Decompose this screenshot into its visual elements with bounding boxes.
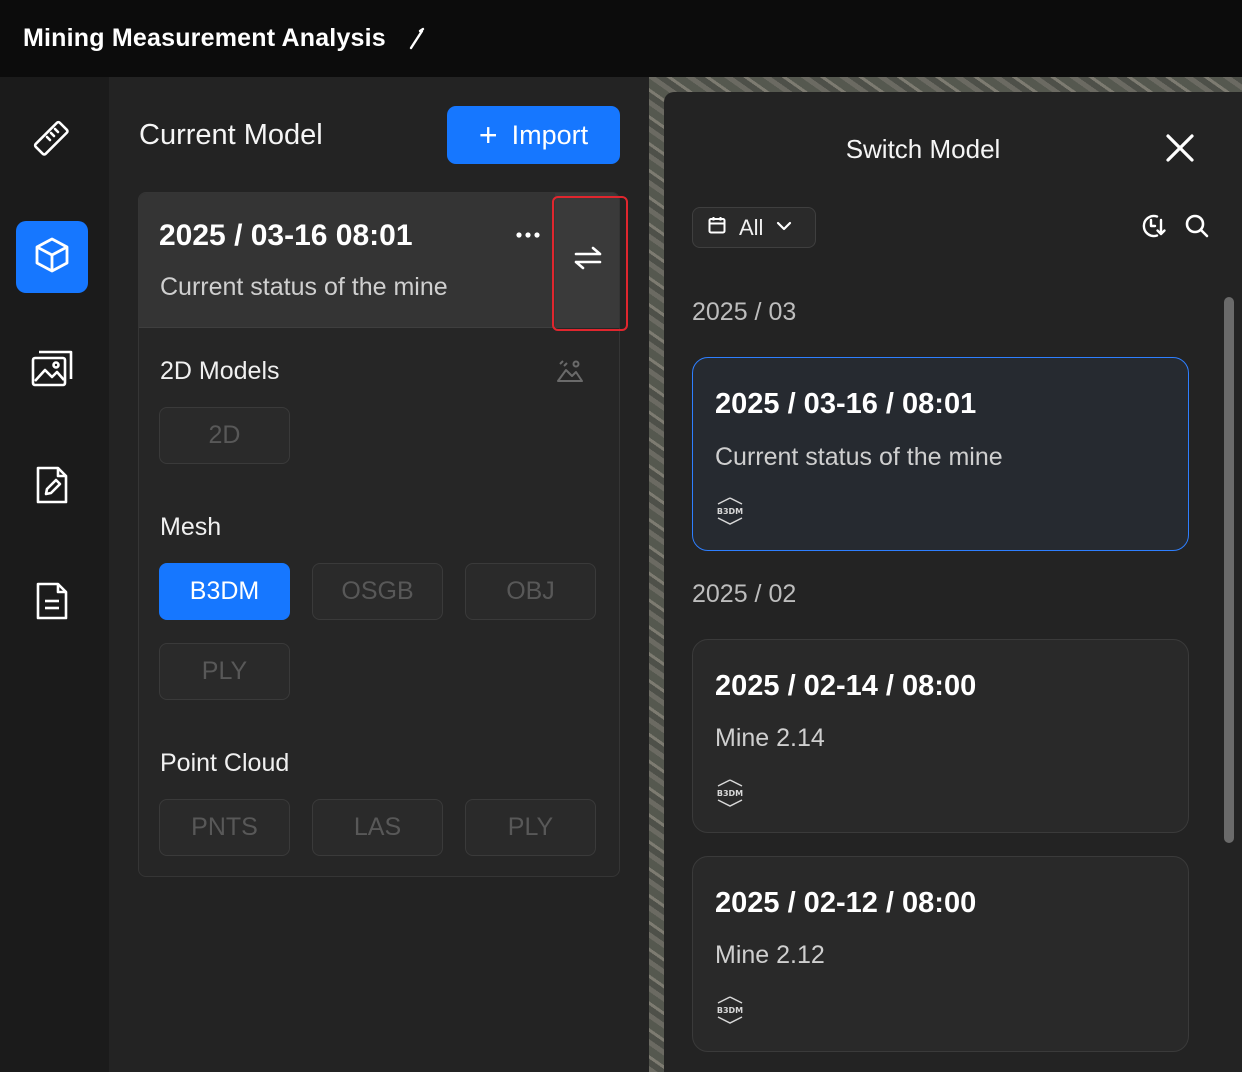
highlight-box [552,196,628,331]
section-point-cloud-label: Point Cloud [160,749,290,777]
calendar-icon [707,215,727,240]
import-label: Import [511,119,589,150]
date-filter-dropdown[interactable]: All [692,207,816,248]
model-item-date: 2025 / 03-16 / 08:01 [715,388,977,420]
group-label-2025-03: 2025 / 03 [692,298,797,326]
cube-icon [32,235,72,280]
sort-time-icon [1139,212,1167,245]
format-mesh-ply-button[interactable]: PLY [159,643,290,700]
tool-rail [0,77,109,1072]
report-icon [34,580,70,627]
model-item-description: Mine 2.12 [715,941,825,969]
import-button[interactable]: + Import [447,106,620,164]
panel-title: Current Model [139,119,323,151]
date-filter-value: All [739,214,764,240]
section-2d-label: 2D Models [160,357,280,385]
b3dm-format-icon: B3DM [715,496,745,526]
b3dm-badge-text: B3DM [717,789,743,798]
rail-model-button[interactable] [16,221,88,293]
close-icon [1164,132,1196,169]
b3dm-format-icon: B3DM [715,995,745,1025]
document-edit-icon [34,464,70,511]
b3dm-format-icon: B3DM [715,778,745,808]
more-options-button[interactable] [511,217,545,247]
format-obj-button[interactable]: OBJ [465,563,596,620]
switch-model-drawer: Switch Model All 2025 / 03 2025 / 03-16 … [664,92,1242,1072]
chevron-down-icon [775,219,793,237]
close-drawer-button[interactable] [1160,130,1200,170]
section-mesh-label: Mesh [160,513,222,541]
plus-icon: + [478,117,498,153]
format-b3dm-button[interactable]: B3DM [159,563,290,620]
image-2d-icon [555,356,585,386]
model-item-date: 2025 / 02-12 / 08:00 [715,887,977,919]
b3dm-badge-text: B3DM [717,507,743,516]
sort-button[interactable] [1138,213,1168,243]
model-item-description: Current status of the mine [715,443,1003,471]
drawer-scrollbar[interactable] [1224,297,1234,843]
b3dm-badge-text: B3DM [717,1006,743,1015]
current-model-card: 2025 / 03-16 08:01 Current status of the… [138,192,620,877]
current-model-date: 2025 / 03-16 08:01 [159,219,413,252]
drawer-title: Switch Model [845,134,1001,164]
format-las-button[interactable]: LAS [312,799,443,856]
model-item-description: Mine 2.14 [715,724,825,752]
gallery-icon [30,349,74,394]
rail-annotate-button[interactable] [16,451,88,523]
app-title: Mining Measurement Analysis [23,24,386,52]
current-model-header: 2025 / 03-16 08:01 Current status of the… [139,193,619,328]
format-osgb-button[interactable]: OSGB [312,563,443,620]
format-2d-button[interactable]: 2D [159,407,290,464]
current-model-description: Current status of the mine [160,273,448,301]
format-pnts-button[interactable]: PNTS [159,799,290,856]
ruler-icon [30,117,74,166]
rail-measure-button[interactable] [16,105,88,177]
model-list-item[interactable]: 2025 / 02-12 / 08:00 Mine 2.12 B3DM [692,856,1189,1052]
edit-title-icon[interactable] [406,26,428,52]
top-bar: Mining Measurement Analysis [0,0,1242,77]
model-item-date: 2025 / 02-14 / 08:00 [715,670,977,702]
group-label-2025-02: 2025 / 02 [692,580,797,608]
model-list-item[interactable]: 2025 / 02-14 / 08:00 Mine 2.14 B3DM [692,639,1189,833]
rail-report-button[interactable] [16,567,88,639]
search-button[interactable] [1182,213,1212,243]
rail-gallery-button[interactable] [16,335,88,407]
model-list-item[interactable]: 2025 / 03-16 / 08:01 Current status of t… [692,357,1189,551]
more-icon [515,219,541,245]
format-pointcloud-ply-button[interactable]: PLY [465,799,596,856]
search-icon [1184,213,1210,244]
